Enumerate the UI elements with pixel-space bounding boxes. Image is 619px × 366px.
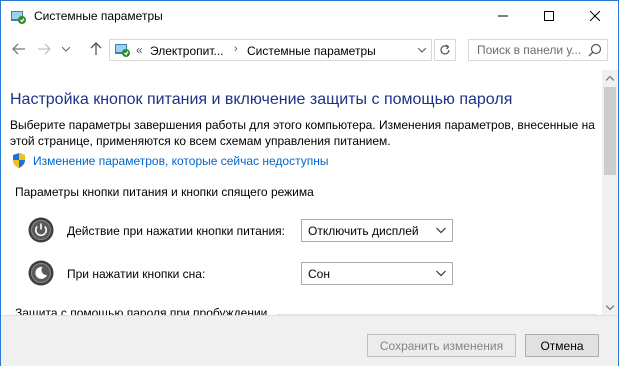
address-history-button[interactable] xyxy=(414,42,430,58)
up-button[interactable] xyxy=(87,40,105,58)
window-title: Системные параметры xyxy=(34,9,163,23)
chevron-down-icon xyxy=(62,46,70,52)
search-icon[interactable] xyxy=(588,43,602,57)
breadcrumb-separator[interactable]: › xyxy=(234,43,238,55)
sleep-button-action-select[interactable]: Сон xyxy=(301,262,453,285)
cancel-button[interactable]: Отмена xyxy=(525,334,599,357)
search-box[interactable] xyxy=(468,39,608,61)
forward-button[interactable] xyxy=(35,40,53,58)
title-bar[interactable]: Системные параметры xyxy=(1,1,618,31)
navigation-bar: « Электропит... › Системные параметры xyxy=(1,31,618,69)
minimize-button[interactable] xyxy=(480,1,526,31)
uac-shield-icon xyxy=(12,153,26,168)
maximize-button[interactable] xyxy=(526,1,572,31)
breadcrumb-overflow[interactable]: « xyxy=(136,43,143,57)
back-arrow-icon xyxy=(12,43,25,55)
up-arrow-icon xyxy=(90,42,102,55)
control-panel-icon xyxy=(114,42,130,58)
chevron-down-icon xyxy=(606,304,614,310)
close-button[interactable] xyxy=(572,1,618,31)
maximize-icon xyxy=(544,11,554,21)
minimize-icon xyxy=(498,15,508,17)
content-area: Настройка кнопок питания и включение защ… xyxy=(1,70,602,315)
power-button-action-value: Отключить дисплей xyxy=(308,224,419,238)
chevron-down-icon xyxy=(418,47,426,53)
chevron-up-icon xyxy=(606,75,614,81)
scroll-down-button[interactable] xyxy=(602,299,618,315)
page-description: Выберите параметры завершения работы для… xyxy=(10,118,595,148)
refresh-button[interactable] xyxy=(434,39,456,61)
chevron-down-icon xyxy=(436,227,446,234)
power-button-action-select[interactable]: Отключить дисплей xyxy=(301,219,453,242)
save-changes-button[interactable]: Сохранить изменения xyxy=(367,334,516,357)
page-title: Настройка кнопок питания и включение защ… xyxy=(10,91,513,108)
refresh-icon xyxy=(440,44,450,55)
breadcrumb-item-power-options[interactable]: Электропит... xyxy=(150,44,224,58)
sleep-button-action-label: При нажатии кнопки сна: xyxy=(67,267,206,281)
change-unavailable-settings-link[interactable]: Изменение параметров, которые сейчас нед… xyxy=(33,154,329,168)
control-panel-window: Системные параметры « Электропит... › Си… xyxy=(0,0,619,366)
footer-bar: Сохранить изменения Отмена xyxy=(1,315,618,366)
power-buttons-section-title: Параметры кнопки питания и кнопки спящег… xyxy=(15,185,314,199)
power-button-icon xyxy=(28,217,54,243)
breadcrumb-item-system-settings[interactable]: Системные параметры xyxy=(247,44,376,58)
password-protection-section-title: Защита с помощью пароля при пробуждении xyxy=(15,306,268,315)
back-button[interactable] xyxy=(10,40,28,58)
forward-arrow-icon xyxy=(38,43,51,55)
search-input[interactable] xyxy=(469,40,587,60)
vertical-scrollbar[interactable] xyxy=(602,70,618,315)
scroll-thumb[interactable] xyxy=(604,87,616,175)
sleep-button-action-value: Сон xyxy=(308,267,330,281)
close-icon xyxy=(590,11,600,21)
power-button-action-label: Действие при нажатии кнопки питания: xyxy=(67,224,286,238)
address-bar[interactable]: « Электропит... › Системные параметры xyxy=(109,39,432,61)
scroll-up-button[interactable] xyxy=(602,70,618,86)
sleep-button-icon xyxy=(28,260,54,286)
recent-locations-button[interactable] xyxy=(57,40,75,58)
power-options-app-icon xyxy=(10,9,26,25)
chevron-down-icon xyxy=(436,270,446,277)
